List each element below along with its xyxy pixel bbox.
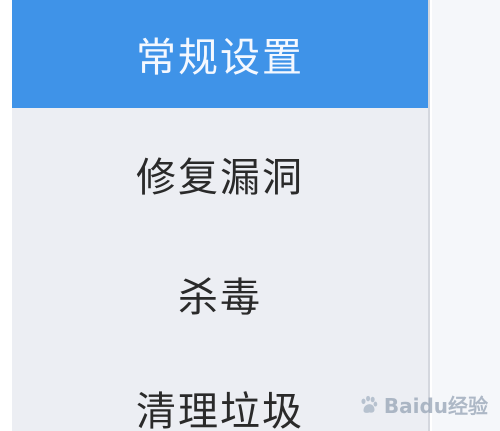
watermark-text: Baidu经验 [383,394,488,418]
sidebar-item-label: 清理垃圾 [136,389,304,431]
sidebar-item-label: 常规设置 [136,35,304,81]
sidebar-item-general-settings[interactable]: 常规设置 [12,0,428,108]
sidebar-menu: 常规设置 修复漏洞 杀毒 清理垃圾 [12,0,430,431]
sidebar-item-antivirus[interactable]: 杀毒 [12,258,428,330]
baidu-watermark: Baidu经验 [358,390,488,419]
settings-window: 常规设置 修复漏洞 杀毒 清理垃圾 Baidu经验 [0,0,500,431]
sidebar-item-label: 修复漏洞 [136,155,304,201]
paw-icon [361,395,378,413]
content-panel [432,0,500,431]
sidebar-item-fix-vulnerabilities[interactable]: 修复漏洞 [12,138,428,210]
sidebar-item-label: 杀毒 [178,275,262,321]
